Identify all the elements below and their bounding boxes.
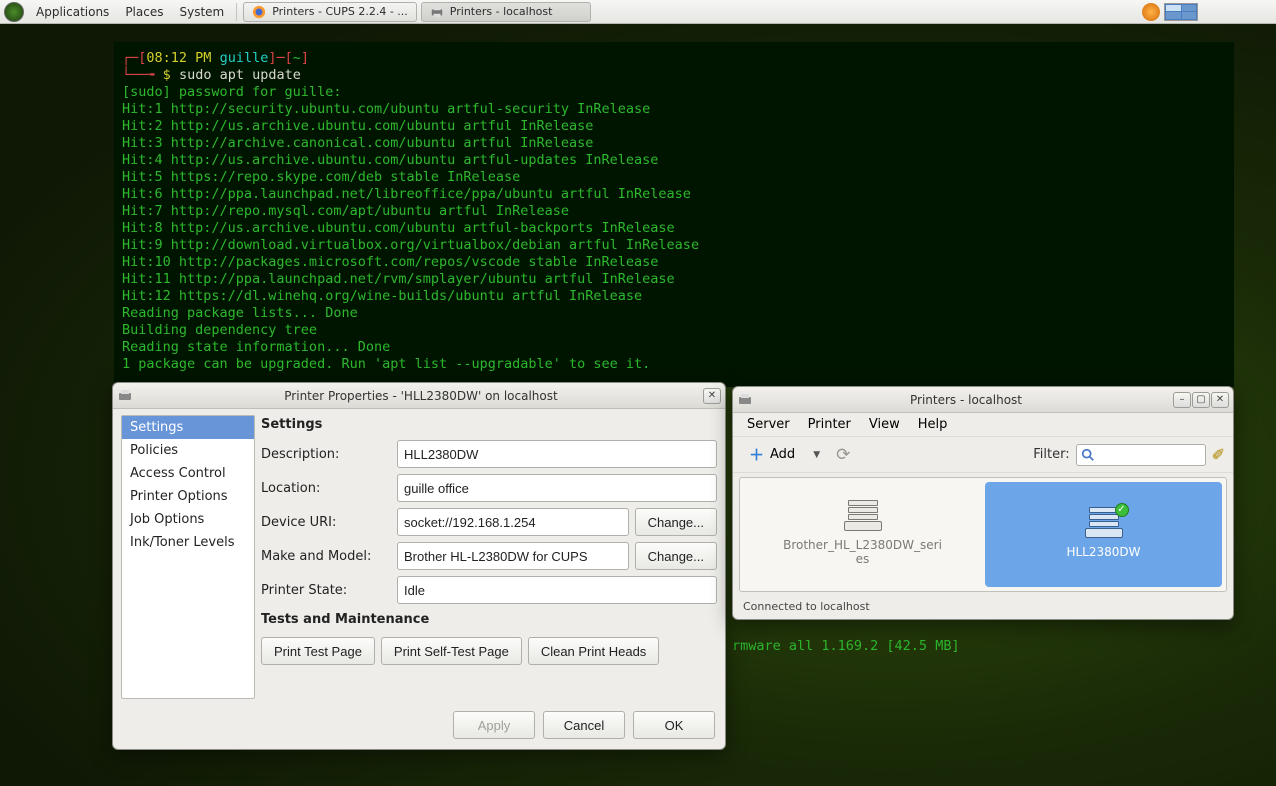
- window-close-button[interactable]: ✕: [703, 388, 721, 404]
- sidebar-item-job-options[interactable]: Job Options: [122, 508, 254, 531]
- toolbar: ＋ Add ▼ ⟳ Filter: ✐: [733, 437, 1233, 473]
- clear-filter-button[interactable]: ✐: [1212, 445, 1225, 464]
- label-location: Location:: [261, 481, 391, 496]
- menu-printer[interactable]: Printer: [800, 415, 859, 434]
- terminal-output[interactable]: ┌─[08:12 PM guille]─[~] └──╼ $ sudo apt …: [114, 42, 1234, 387]
- sidebar-item-ink-toner[interactable]: Ink/Toner Levels: [122, 531, 254, 554]
- brush-icon: ✐: [1212, 445, 1225, 464]
- panel-separator: [236, 3, 237, 21]
- top-panel: Applications Places System Printers - CU…: [0, 0, 1276, 24]
- tray-blank: [1202, 3, 1272, 21]
- printer-icon: [737, 392, 753, 408]
- refresh-button[interactable]: ⟳: [830, 445, 856, 465]
- menu-applications[interactable]: Applications: [30, 3, 115, 21]
- properties-sidebar: Settings Policies Access Control Printer…: [121, 415, 255, 699]
- input-description[interactable]: [397, 440, 717, 468]
- sidebar-item-policies[interactable]: Policies: [122, 439, 254, 462]
- printer-icon: [117, 388, 133, 404]
- menubar: Server Printer View Help: [733, 413, 1233, 437]
- button-add-printer[interactable]: ＋ Add: [741, 441, 803, 468]
- window-title: Printers - localhost: [759, 393, 1173, 407]
- menu-places[interactable]: Places: [119, 3, 169, 21]
- refresh-icon: ⟳: [836, 445, 850, 465]
- search-icon: [1081, 448, 1095, 462]
- add-dropdown[interactable]: ▼: [809, 450, 824, 460]
- section-heading: Settings: [261, 417, 717, 432]
- sidebar-item-printer-options[interactable]: Printer Options: [122, 485, 254, 508]
- window-close-button[interactable]: ✕: [1211, 392, 1229, 408]
- minimize-icon: –: [1180, 394, 1185, 405]
- close-icon: ✕: [1216, 394, 1224, 405]
- distro-logo-icon[interactable]: [4, 2, 24, 22]
- label-make-model: Make and Model:: [261, 549, 391, 564]
- window-maximize-button[interactable]: ▢: [1192, 392, 1210, 408]
- window-title: Printer Properties - 'HLL2380DW' on loca…: [139, 389, 703, 403]
- filter-label: Filter:: [1033, 447, 1069, 462]
- system-tray: [1142, 3, 1272, 21]
- button-print-test-page[interactable]: Print Test Page: [261, 637, 375, 665]
- printers-list: Brother_HL_L2380DW_series ✓ HLL2380DW: [739, 477, 1227, 592]
- input-device-uri: [397, 508, 629, 536]
- button-print-self-test[interactable]: Print Self-Test Page: [381, 637, 522, 665]
- button-ok[interactable]: OK: [633, 711, 715, 739]
- taskbar-entry-label: Printers - localhost: [450, 5, 553, 18]
- sidebar-item-settings[interactable]: Settings: [122, 416, 254, 439]
- printer-item-label: Brother_HL_L2380DW_series: [783, 538, 942, 566]
- workspace-switcher[interactable]: [1164, 3, 1198, 21]
- default-check-icon: ✓: [1115, 503, 1129, 517]
- window-printer-properties: Printer Properties - 'HLL2380DW' on loca…: [112, 382, 726, 750]
- plus-icon: ＋: [749, 444, 764, 465]
- titlebar[interactable]: Printer Properties - 'HLL2380DW' on loca…: [113, 383, 725, 409]
- button-cancel[interactable]: Cancel: [543, 711, 625, 739]
- taskbar-entry-label: Printers - CUPS 2.2.4 - ...: [272, 5, 408, 18]
- button-change-make-model[interactable]: Change...: [635, 542, 717, 570]
- taskbar-entry-printers[interactable]: Printers - localhost: [421, 2, 591, 22]
- printer-item-hll2380dw[interactable]: ✓ HLL2380DW: [985, 482, 1222, 587]
- menu-help[interactable]: Help: [910, 415, 956, 434]
- printer-item-brother[interactable]: Brother_HL_L2380DW_series: [744, 482, 981, 587]
- printer-stack-icon: ✓: [1083, 507, 1125, 539]
- label-printer-state: Printer State:: [261, 583, 391, 598]
- sidebar-item-access-control[interactable]: Access Control: [122, 462, 254, 485]
- window-printers: Printers - localhost – ▢ ✕ Server Printe…: [732, 386, 1234, 620]
- label-device-uri: Device URI:: [261, 515, 391, 530]
- menu-server[interactable]: Server: [739, 415, 798, 434]
- button-clean-print-heads[interactable]: Clean Print Heads: [528, 637, 660, 665]
- printer-item-label: HLL2380DW: [1066, 545, 1140, 559]
- label-description: Description:: [261, 447, 391, 462]
- add-label: Add: [770, 447, 795, 462]
- firefox-icon: [252, 5, 266, 19]
- input-printer-state: [397, 576, 717, 604]
- close-icon: ✕: [708, 390, 716, 401]
- window-minimize-button[interactable]: –: [1173, 392, 1191, 408]
- taskbar-entry-firefox[interactable]: Printers - CUPS 2.2.4 - ...: [243, 2, 417, 22]
- titlebar[interactable]: Printers - localhost – ▢ ✕: [733, 387, 1233, 413]
- tests-heading: Tests and Maintenance: [261, 612, 717, 627]
- button-apply: Apply: [453, 711, 535, 739]
- settings-form: Settings Description: Location: Device U…: [261, 415, 717, 699]
- button-change-device-uri[interactable]: Change...: [635, 508, 717, 536]
- menu-system[interactable]: System: [173, 3, 230, 21]
- tray-firefox-icon[interactable]: [1142, 3, 1160, 21]
- printer-icon: [430, 5, 444, 19]
- statusbar: Connected to localhost: [733, 596, 1233, 619]
- maximize-icon: ▢: [1196, 394, 1205, 405]
- input-location[interactable]: [397, 474, 717, 502]
- filter-input[interactable]: [1076, 444, 1206, 466]
- terminal-output-fragment: rmware all 1.169.2 [42.5 MB]: [732, 638, 960, 654]
- printer-stack-icon: [842, 500, 884, 532]
- input-make-model: [397, 542, 629, 570]
- menu-view[interactable]: View: [861, 415, 908, 434]
- dialog-footer: Apply Cancel OK: [113, 703, 725, 749]
